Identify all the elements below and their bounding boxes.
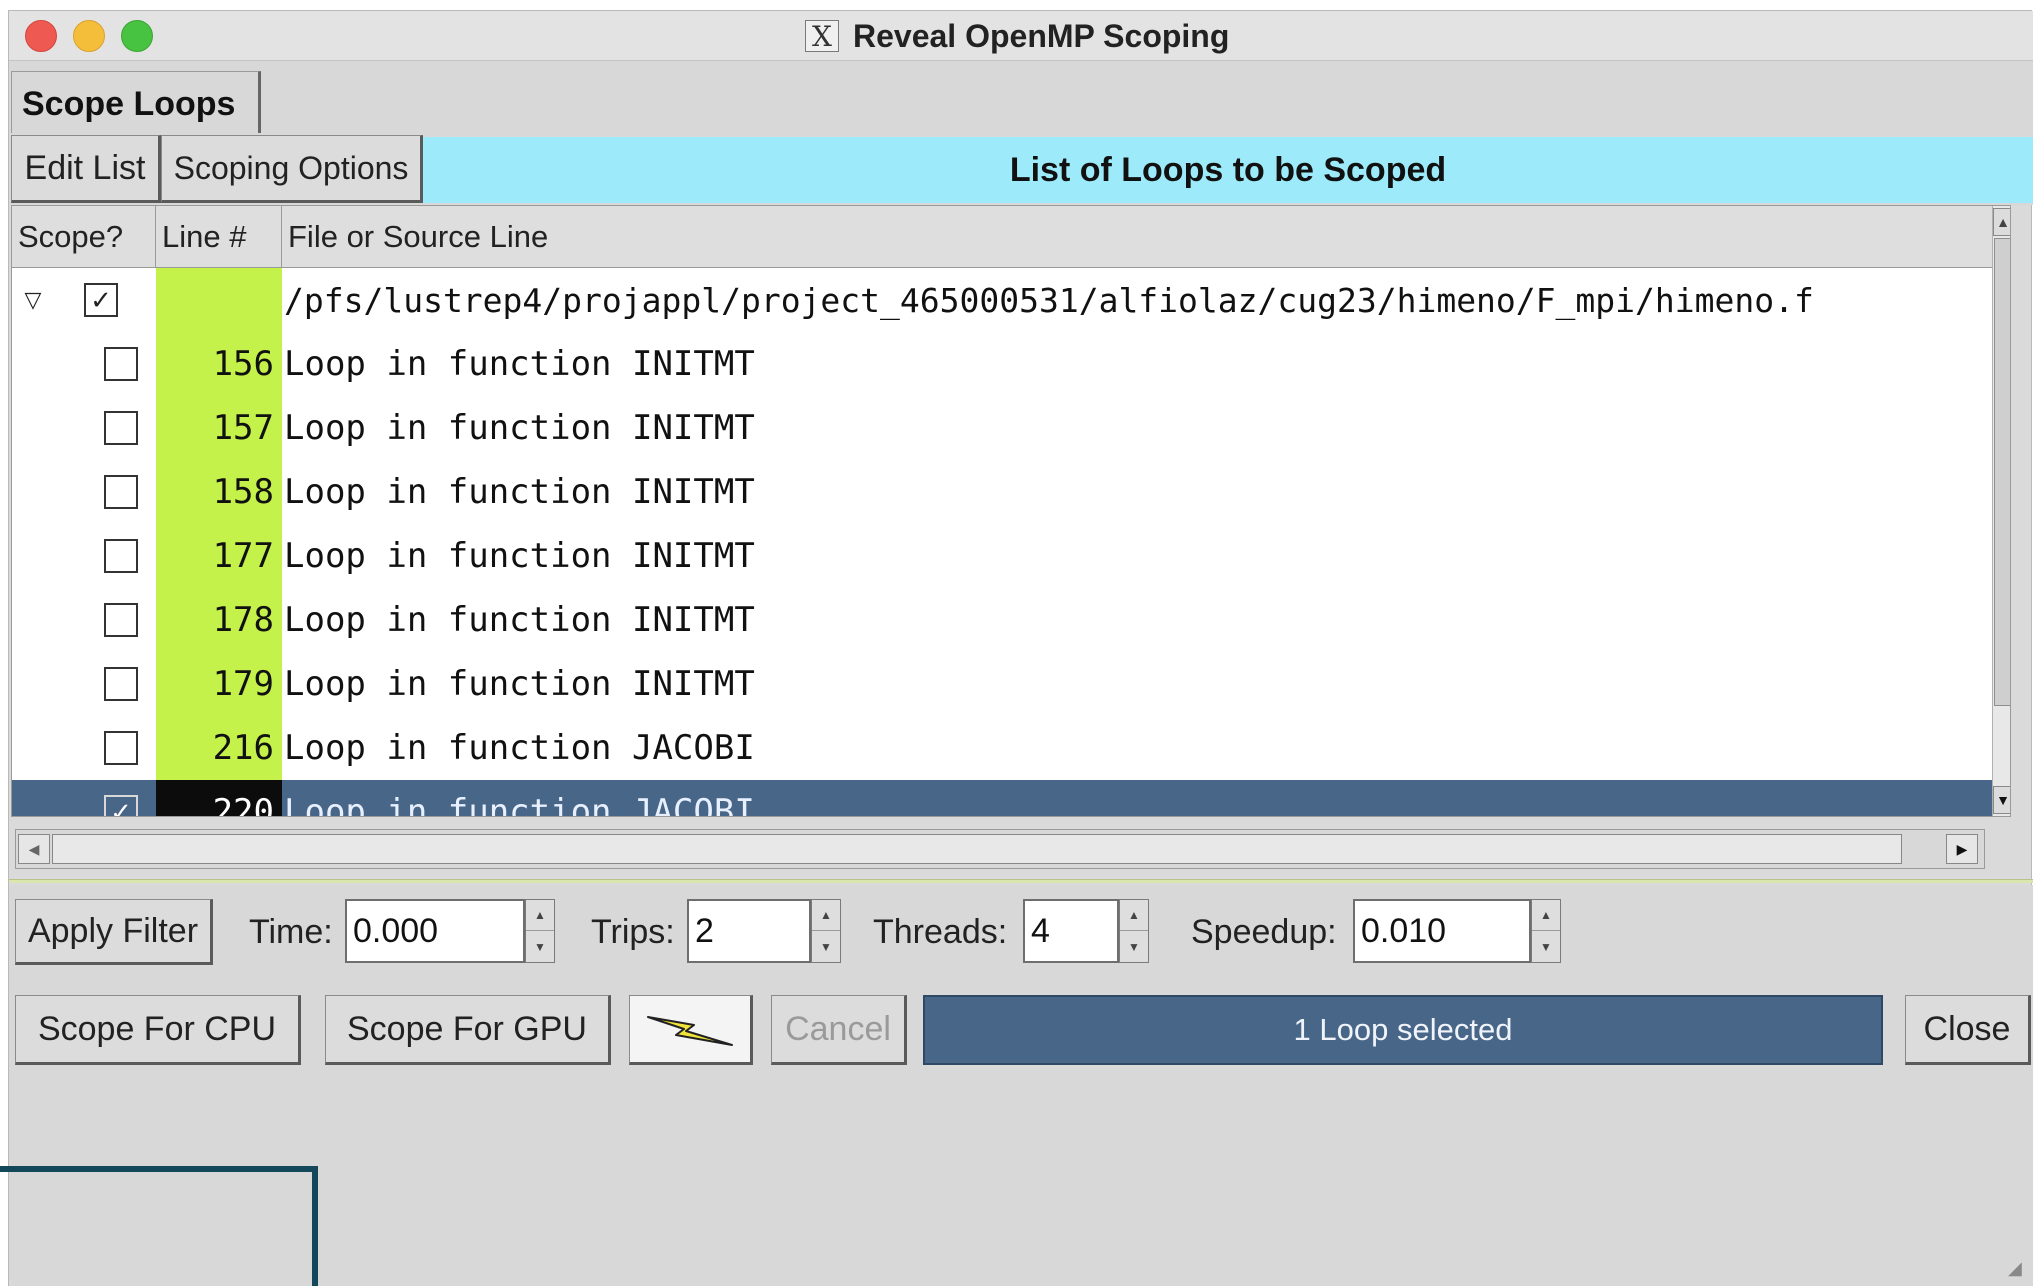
scroll-up-arrow-icon[interactable]: ▲	[1993, 208, 2010, 236]
tab-strip: Scope Loops	[9, 61, 2033, 137]
status-bar: 1 Loop selected	[923, 995, 1883, 1065]
source-line-cell: Loop in function INITMT	[284, 600, 755, 640]
source-line-cell: Loop in function JACOBI	[284, 792, 755, 817]
file-scope-checkbox[interactable]: ✓	[84, 283, 118, 317]
table-row[interactable]: 156 Loop in function INITMT	[12, 332, 1992, 396]
column-header-scope[interactable]: Scope?	[12, 206, 156, 268]
scroll-down-arrow-icon[interactable]: ▼	[1993, 786, 2010, 814]
spin-up-arrow-icon[interactable]: ▲	[1532, 900, 1560, 931]
source-line-cell: Loop in function INITMT	[284, 472, 755, 512]
file-row[interactable]: ▽ ✓ /pfs/lustrep4/projappl/project_46500…	[12, 268, 1992, 332]
disclosure-triangle-icon[interactable]: ▽	[18, 286, 48, 314]
app-window: X Reveal OpenMP Scoping Scope Loops Edit…	[8, 10, 2033, 1286]
scope-for-gpu-button[interactable]: Scope For GPU	[325, 995, 611, 1065]
title-group: X Reveal OpenMP Scoping	[805, 17, 1230, 54]
pane-divider[interactable]	[9, 879, 2033, 883]
table-row[interactable]: ✓ 220 Loop in function JACOBI	[12, 780, 1992, 817]
speedup-input[interactable]: 0.010	[1353, 899, 1531, 963]
scope-checkbox[interactable]	[104, 603, 138, 637]
column-header-line[interactable]: Line #	[156, 206, 282, 268]
lightning-bolt-button[interactable]	[629, 995, 753, 1065]
scope-checkbox[interactable]	[104, 731, 138, 765]
source-line-cell: Loop in function JACOBI	[284, 728, 755, 768]
line-number-cell: 156	[156, 332, 282, 396]
scope-checkbox[interactable]	[104, 411, 138, 445]
cancel-button[interactable]: Cancel	[771, 995, 907, 1065]
lightning-bolt-icon	[647, 1016, 733, 1046]
source-line-cell: Loop in function INITMT	[284, 408, 755, 448]
time-input[interactable]: 0.000	[345, 899, 525, 963]
line-number-cell: 220	[156, 780, 282, 816]
highlight-frame	[0, 1166, 318, 1286]
horizontal-scrollbar[interactable]: ◀ ▶	[15, 829, 1985, 869]
toolbar: Edit List Scoping Options List of Loops …	[9, 133, 2033, 205]
time-spinner[interactable]: ▲ ▼	[525, 899, 555, 963]
threads-spinner[interactable]: ▲ ▼	[1119, 899, 1149, 963]
table-body: ▽ ✓ /pfs/lustrep4/projappl/project_46500…	[12, 268, 1992, 817]
column-header-file[interactable]: File or Source Line	[282, 206, 2010, 268]
table-row[interactable]: 177 Loop in function INITMT	[12, 524, 1992, 588]
spin-down-arrow-icon[interactable]: ▼	[1120, 931, 1148, 962]
spin-down-arrow-icon[interactable]: ▼	[1532, 931, 1560, 962]
close-window-button[interactable]	[25, 20, 57, 52]
x11-logo-icon: X	[805, 20, 839, 53]
apply-filter-button[interactable]: Apply Filter	[15, 899, 213, 965]
vertical-scroll-thumb[interactable]	[1994, 238, 2010, 706]
table-row[interactable]: 158 Loop in function INITMT	[12, 460, 1992, 524]
line-number-cell: 179	[156, 652, 282, 716]
scroll-left-arrow-icon[interactable]: ◀	[18, 834, 50, 864]
trips-spinner[interactable]: ▲ ▼	[811, 899, 841, 963]
table-row[interactable]: 179 Loop in function INITMT	[12, 652, 1992, 716]
filter-bar: Apply Filter Time: 0.000 ▲ ▼ Trips: 2 ▲ …	[9, 885, 2033, 977]
line-number-cell: 178	[156, 588, 282, 652]
horizontal-scroll-thumb[interactable]	[52, 834, 1902, 864]
line-number-cell: 216	[156, 716, 282, 780]
maximize-window-button[interactable]	[121, 20, 153, 52]
scope-checkbox[interactable]	[104, 475, 138, 509]
speedup-label: Speedup:	[1191, 912, 1337, 951]
table-row[interactable]: 157 Loop in function INITMT	[12, 396, 1992, 460]
threads-label: Threads:	[873, 912, 1008, 951]
line-number-cell: 157	[156, 396, 282, 460]
trips-label: Trips:	[591, 912, 675, 951]
spin-down-arrow-icon[interactable]: ▼	[526, 931, 554, 962]
source-line-cell: Loop in function INITMT	[284, 344, 755, 384]
line-number-cell: 158	[156, 460, 282, 524]
trips-input[interactable]: 2	[687, 899, 811, 963]
scope-checkbox[interactable]	[104, 667, 138, 701]
title-bar[interactable]: X Reveal OpenMP Scoping	[9, 11, 2033, 61]
line-number-cell: 177	[156, 524, 282, 588]
threads-input[interactable]: 4	[1023, 899, 1119, 963]
table-header: Scope? Line # File or Source Line	[12, 206, 2010, 268]
spin-up-arrow-icon[interactable]: ▲	[1120, 900, 1148, 931]
scope-checkbox[interactable]	[104, 539, 138, 573]
spin-down-arrow-icon[interactable]: ▼	[812, 931, 840, 962]
file-path: /pfs/lustrep4/projappl/project_465000531…	[284, 280, 1814, 320]
speedup-spinner[interactable]: ▲ ▼	[1531, 899, 1561, 963]
scope-checkbox[interactable]	[104, 347, 138, 381]
table-row[interactable]: 178 Loop in function INITMT	[12, 588, 1992, 652]
loops-table: Scope? Line # File or Source Line ▽ ✓ /p…	[11, 205, 2011, 817]
edit-list-button[interactable]: Edit List	[11, 135, 161, 203]
scroll-right-arrow-icon[interactable]: ▶	[1946, 834, 1978, 864]
resize-grip-icon[interactable]: ◢	[2008, 1258, 2034, 1284]
source-line-cell: Loop in function INITMT	[284, 664, 755, 704]
minimize-window-button[interactable]	[73, 20, 105, 52]
tab-scope-loops[interactable]: Scope Loops	[11, 71, 261, 137]
window-title: Reveal OpenMP Scoping	[853, 17, 1230, 54]
line-number-cell	[156, 268, 282, 332]
close-button[interactable]: Close	[1905, 995, 2031, 1065]
scope-checkbox[interactable]: ✓	[104, 795, 138, 816]
scope-for-cpu-button[interactable]: Scope For CPU	[15, 995, 301, 1065]
scoping-options-button[interactable]: Scoping Options	[161, 135, 423, 203]
time-label: Time:	[249, 912, 333, 951]
table-row[interactable]: 216 Loop in function JACOBI	[12, 716, 1992, 780]
vertical-scrollbar[interactable]: ▲ ▼	[1992, 206, 2010, 816]
spin-up-arrow-icon[interactable]: ▲	[526, 900, 554, 931]
list-header: List of Loops to be Scoped	[423, 137, 2033, 203]
source-line-cell: Loop in function INITMT	[284, 536, 755, 576]
spin-up-arrow-icon[interactable]: ▲	[812, 900, 840, 931]
